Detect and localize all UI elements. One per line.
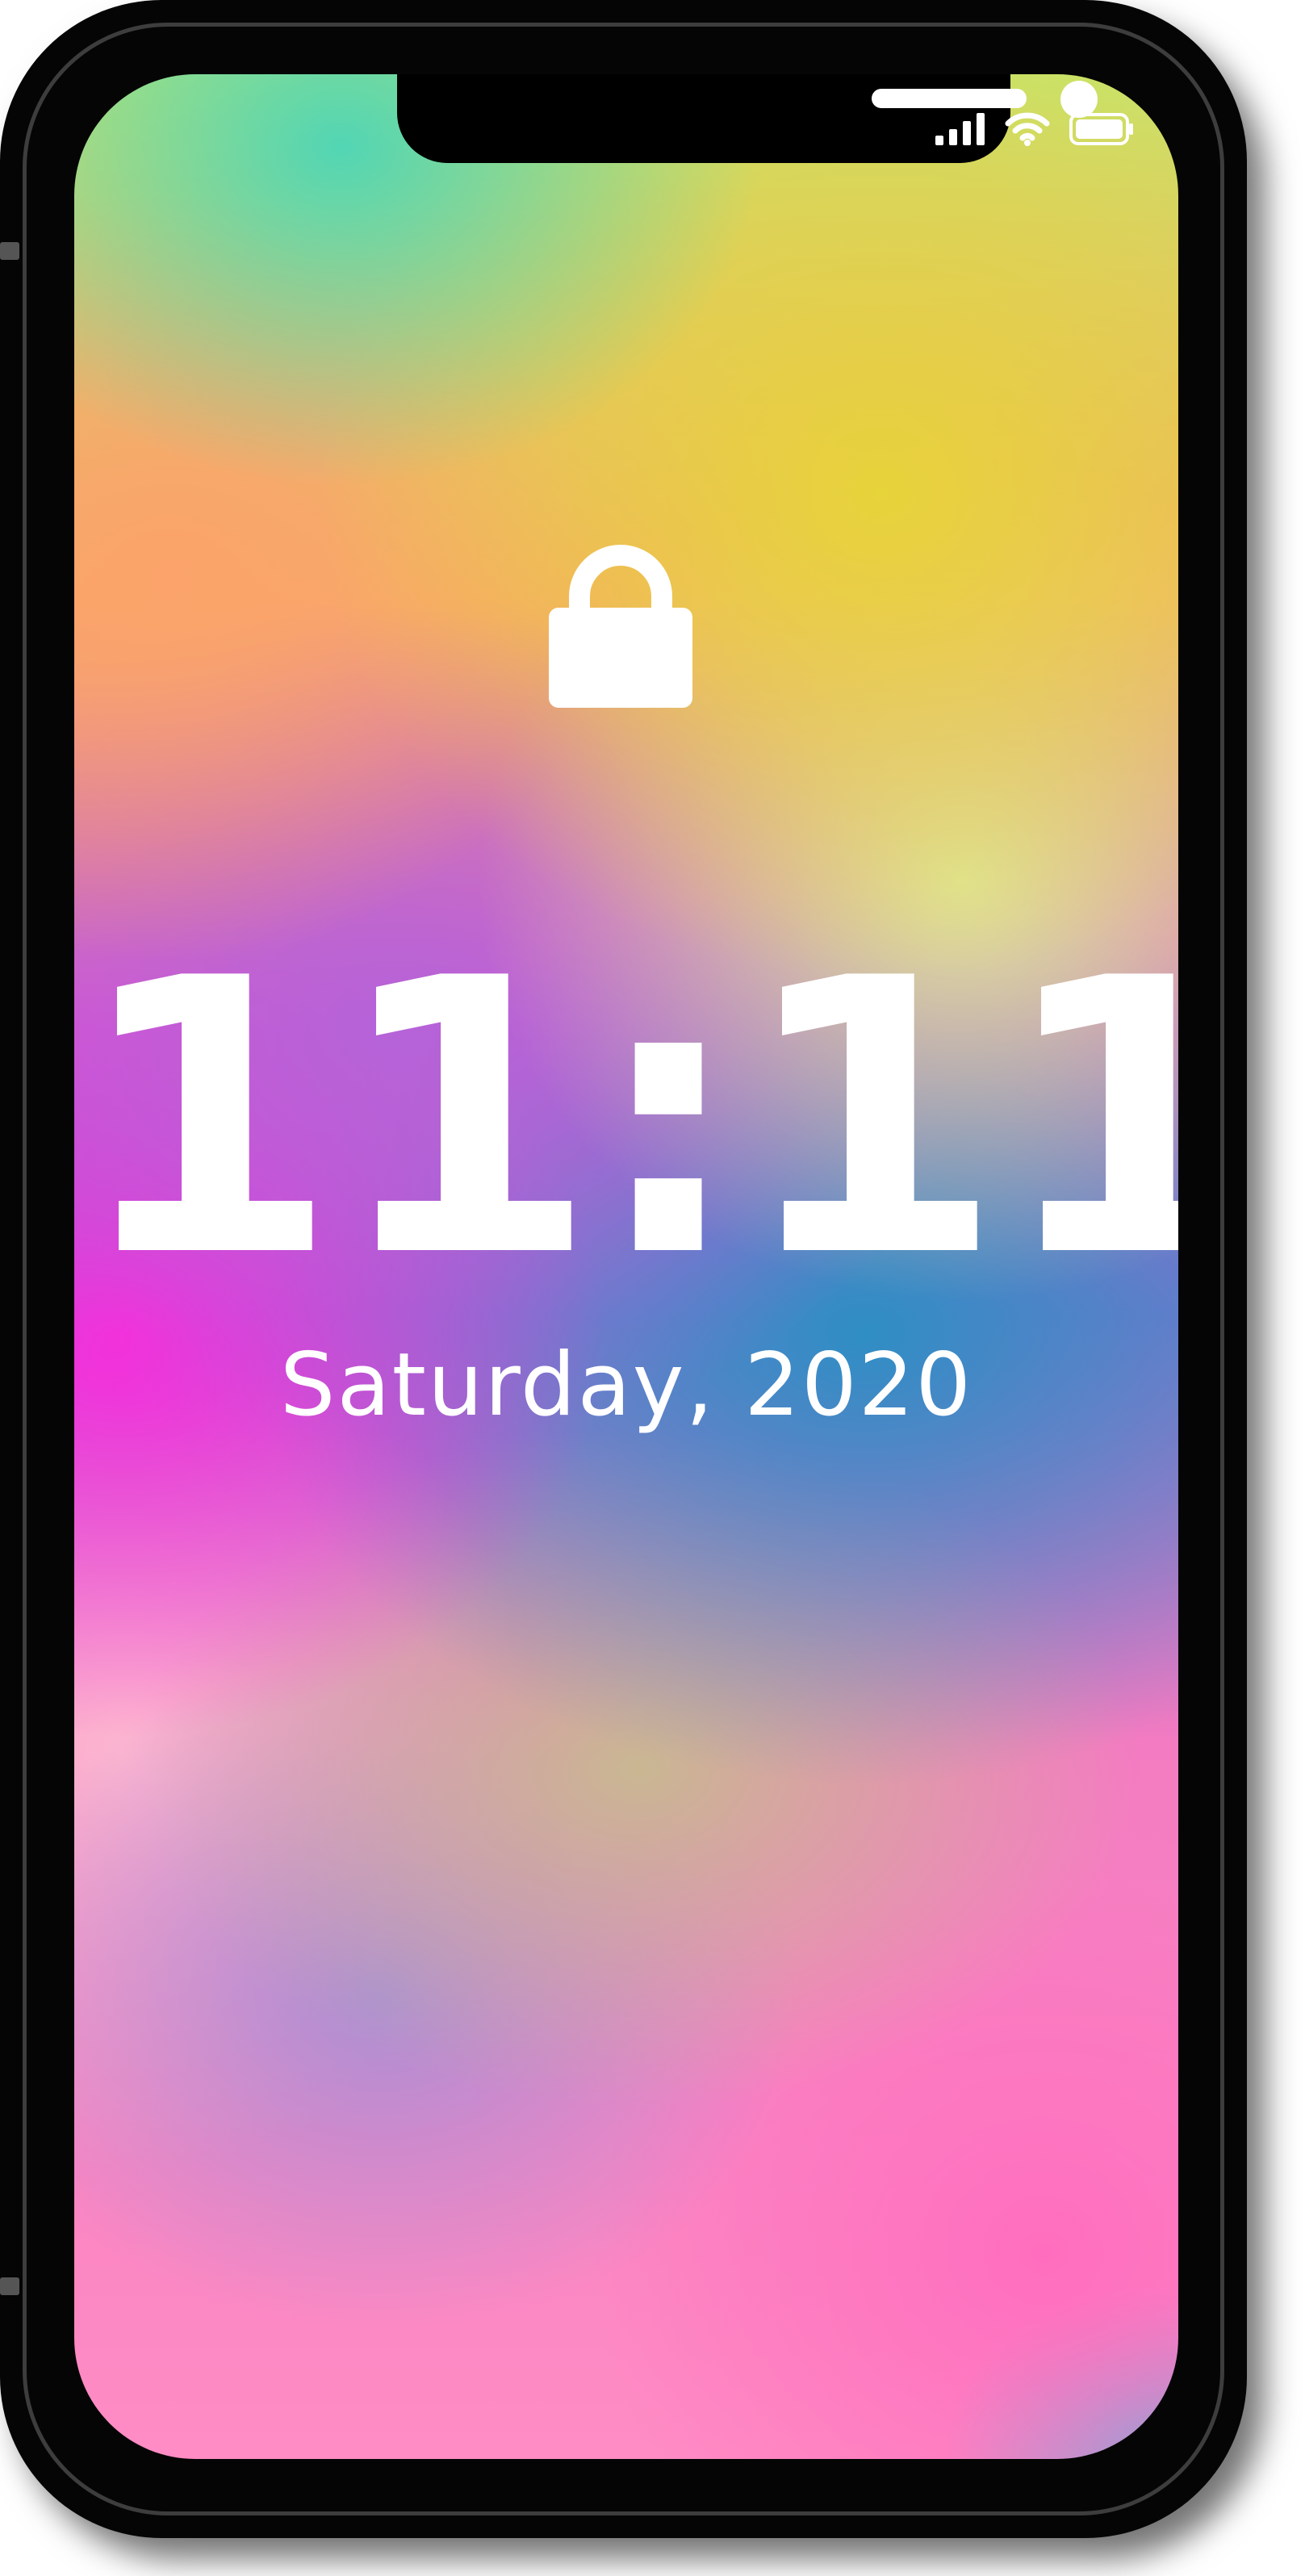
cellular-signal-icon: [935, 113, 985, 145]
battery-icon: [1069, 113, 1133, 145]
side-button-upper: [0, 242, 19, 260]
lock-icon: [549, 545, 692, 708]
lock-screen[interactable]: 11:11 Saturday, 2020: [74, 74, 1178, 2459]
side-button-lower: [0, 2277, 19, 2295]
device-mockup: 11:11 Saturday, 2020: [0, 0, 1305, 2576]
wifi-icon: [1005, 112, 1050, 146]
lock-date: Saturday, 2020: [279, 1335, 973, 1436]
notch: [397, 74, 1098, 163]
lock-time: 11:11: [74, 898, 1178, 1340]
status-bar: [935, 105, 1134, 153]
